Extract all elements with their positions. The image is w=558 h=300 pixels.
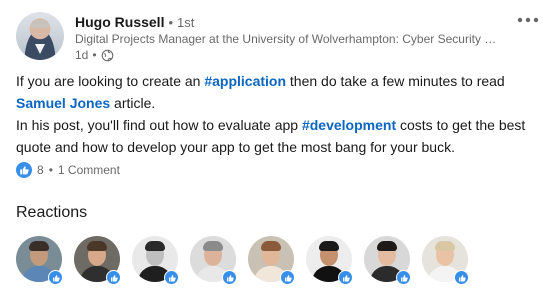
- like-icon: [222, 270, 237, 285]
- reaction-count[interactable]: 8: [37, 163, 44, 177]
- reactor-avatar[interactable]: [248, 236, 295, 285]
- like-icon[interactable]: [16, 162, 32, 178]
- reactors-list: [16, 236, 469, 285]
- like-icon: [280, 270, 295, 285]
- reactor-hair: [435, 241, 455, 251]
- author-name[interactable]: Hugo Russell: [75, 14, 164, 30]
- reactor-avatar[interactable]: [16, 236, 63, 285]
- body-text: If you are looking to create an: [16, 73, 205, 89]
- mention-link[interactable]: Samuel Jones: [16, 95, 110, 111]
- degree-separator: •: [168, 14, 174, 30]
- like-icon: [48, 270, 63, 285]
- connection-degree: 1st: [177, 14, 195, 30]
- globe-icon: [101, 49, 113, 61]
- reactor-avatar[interactable]: [422, 236, 469, 285]
- author-headline: Digital Projects Manager at the Universi…: [75, 32, 497, 46]
- body-text: In his post, you'll find out how to eval…: [16, 117, 302, 133]
- body-text: then do take a few minutes to read: [286, 73, 505, 89]
- reactor-avatar[interactable]: [74, 236, 121, 285]
- post-meta: 1d •: [75, 48, 114, 62]
- social-counts: 8 • 1 Comment: [16, 160, 120, 180]
- reactor-hair: [87, 241, 107, 251]
- reactor-hair: [145, 241, 165, 251]
- like-icon: [106, 270, 121, 285]
- hashtag-link[interactable]: #development: [302, 117, 396, 133]
- time-separator: •: [92, 48, 97, 62]
- feed-post: Hugo Russell • 1st Digital Projects Mana…: [0, 0, 558, 300]
- count-separator: •: [48, 163, 53, 177]
- avatar-collar: [35, 44, 45, 54]
- reactor-avatar[interactable]: [306, 236, 353, 285]
- hashtag-link[interactable]: #application: [204, 73, 286, 89]
- like-icon: [454, 270, 469, 285]
- post-time: 1d: [75, 48, 89, 62]
- like-icon: [164, 270, 179, 285]
- body-text: article.: [110, 95, 156, 111]
- reactor-hair: [261, 241, 281, 251]
- more-options-button[interactable]: [512, 8, 544, 32]
- reactor-avatar[interactable]: [364, 236, 411, 285]
- reactor-hair: [29, 241, 49, 251]
- avatar-hair: [31, 20, 49, 28]
- author-avatar[interactable]: [16, 12, 64, 60]
- reactor-avatar[interactable]: [132, 236, 179, 285]
- author-line: Hugo Russell • 1st: [75, 12, 194, 32]
- reactor-hair: [203, 241, 223, 251]
- like-icon: [396, 270, 411, 285]
- like-icon: [338, 270, 353, 285]
- reactor-hair: [319, 241, 339, 251]
- reactions-heading: Reactions: [16, 204, 88, 221]
- body-paragraph-1: If you are looking to create an #applica…: [16, 70, 542, 158]
- comments-count-link[interactable]: 1 Comment: [58, 163, 120, 177]
- reactor-hair: [377, 241, 397, 251]
- post-body: If you are looking to create an #applica…: [16, 70, 542, 158]
- ellipsis-icon: [517, 17, 539, 23]
- reactor-avatar[interactable]: [190, 236, 237, 285]
